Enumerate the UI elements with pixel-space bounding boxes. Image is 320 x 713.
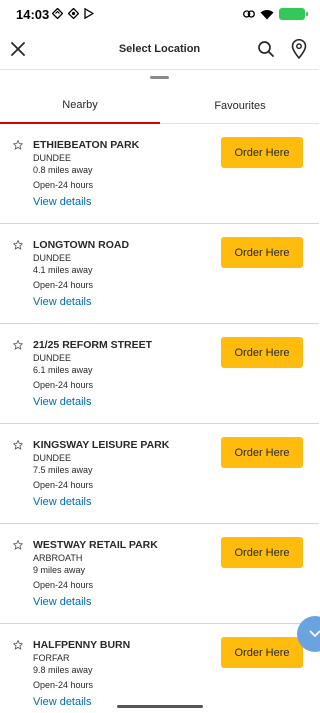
close-button[interactable] — [8, 39, 28, 59]
view-details-link[interactable]: View details — [33, 696, 92, 708]
location-hours: Open-24 hours — [33, 180, 94, 190]
location-name: 21/25 REFORM STREET — [33, 339, 153, 351]
location-distance: 4.1 miles away — [33, 265, 93, 275]
location-city: DUNDEE — [33, 253, 72, 263]
status-right-icons — [243, 8, 308, 20]
tab-favourites[interactable]: Favourites — [160, 88, 320, 124]
location-city: DUNDEE — [33, 353, 72, 363]
nav-icon — [68, 8, 79, 19]
view-details-link[interactable]: View details — [33, 596, 92, 608]
favourite-star-icon[interactable] — [13, 140, 23, 150]
notification-icon — [52, 8, 63, 19]
status-bar: 14:03 — [0, 0, 319, 30]
order-here-button[interactable]: Order Here — [221, 137, 303, 168]
order-here-button[interactable]: Order Here — [221, 237, 303, 268]
location-tabs: Nearby Favourites — [0, 88, 319, 124]
location-distance: 6.1 miles away — [33, 365, 93, 375]
location-row: HALFPENNY BURN FORFAR 9.8 miles away Ope… — [0, 624, 319, 713]
location-row: KINGSWAY LEISURE PARK DUNDEE 7.5 miles a… — [0, 424, 319, 524]
location-pin-icon — [291, 38, 307, 60]
location-name: ETHIEBEATON PARK — [33, 139, 140, 151]
order-here-button[interactable]: Order Here — [221, 637, 303, 668]
favourite-star-icon[interactable] — [13, 340, 23, 350]
order-here-button[interactable]: Order Here — [221, 537, 303, 568]
play-store-icon — [84, 8, 94, 19]
view-details-link[interactable]: View details — [33, 396, 92, 408]
location-hours: Open-24 hours — [33, 280, 94, 290]
location-row: LONGTOWN ROAD DUNDEE 4.1 miles away Open… — [0, 224, 319, 324]
home-indicator[interactable] — [117, 705, 203, 708]
favourite-star-icon[interactable] — [13, 240, 23, 250]
location-list: ETHIEBEATON PARK DUNDEE 0.8 miles away O… — [0, 124, 319, 713]
status-left-icons — [52, 8, 94, 19]
location-city: FORFAR — [33, 653, 70, 663]
favourite-star-icon[interactable] — [13, 640, 23, 650]
chevron-down-icon — [309, 630, 320, 638]
location-hours: Open-24 hours — [33, 380, 94, 390]
battery-icon — [279, 8, 308, 20]
location-distance: 0.8 miles away — [33, 165, 93, 175]
tab-nearby[interactable]: Nearby — [0, 88, 160, 124]
view-details-link[interactable]: View details — [33, 496, 92, 508]
location-name: WESTWAY RETAIL PARK — [33, 539, 158, 551]
location-distance: 9 miles away — [33, 565, 86, 575]
location-row: 21/25 REFORM STREET DUNDEE 6.1 miles awa… — [0, 324, 319, 424]
view-details-link[interactable]: View details — [33, 296, 92, 308]
location-button[interactable] — [291, 38, 307, 60]
order-here-button[interactable]: Order Here — [221, 337, 303, 368]
location-name: HALFPENNY BURN — [33, 639, 131, 651]
location-city: DUNDEE — [33, 153, 72, 163]
location-row: ETHIEBEATON PARK DUNDEE 0.8 miles away O… — [0, 124, 319, 224]
favourite-star-icon[interactable] — [13, 440, 23, 450]
link-icon — [243, 10, 255, 18]
favourite-star-icon[interactable] — [13, 540, 23, 550]
location-hours: Open-24 hours — [33, 480, 94, 490]
location-city: ARBROATH — [33, 553, 83, 563]
location-name: KINGSWAY LEISURE PARK — [33, 439, 170, 451]
location-hours: Open-24 hours — [33, 680, 94, 690]
wifi-icon — [260, 9, 274, 19]
status-time: 14:03 — [16, 7, 50, 22]
location-city: DUNDEE — [33, 453, 72, 463]
app-header: Select Location — [0, 30, 319, 70]
location-hours: Open-24 hours — [33, 580, 94, 590]
view-details-link[interactable]: View details — [33, 196, 92, 208]
location-distance: 7.5 miles away — [33, 465, 93, 475]
search-icon — [258, 41, 274, 57]
close-icon — [11, 42, 25, 56]
sheet-drag-handle[interactable] — [150, 76, 169, 79]
search-button[interactable] — [257, 40, 275, 58]
location-row: WESTWAY RETAIL PARK ARBROATH 9 miles awa… — [0, 524, 319, 624]
location-name: LONGTOWN ROAD — [33, 239, 130, 251]
location-distance: 9.8 miles away — [33, 665, 93, 675]
order-here-button[interactable]: Order Here — [221, 437, 303, 468]
